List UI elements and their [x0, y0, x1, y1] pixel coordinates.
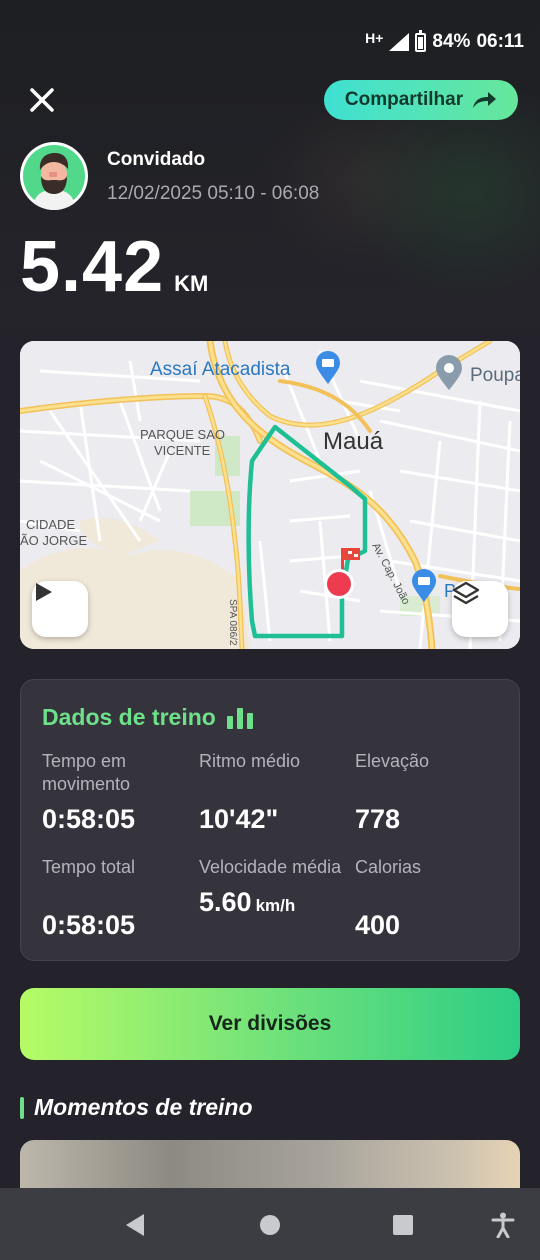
system-nav-bar [0, 1188, 540, 1260]
back-triangle-icon [126, 1214, 144, 1236]
stat-label: Tempo em movimento [42, 751, 131, 794]
stat-value: 778 [355, 804, 401, 834]
play-route-button[interactable] [32, 581, 88, 637]
stat-value: 10'42" [199, 804, 279, 834]
status-bar: H+ 84% 06:11 [0, 0, 540, 80]
accessibility-icon [491, 1212, 515, 1238]
network-type: H+ [365, 30, 384, 46]
clock: 06:11 [476, 31, 524, 52]
distance-unit: KM [174, 271, 209, 296]
stat-avg-speed: Velocidade média 5.60 km/h [199, 856, 349, 918]
stat-elevation: Elevação 778 [355, 750, 505, 835]
share-button[interactable]: Compartilhar [324, 80, 518, 120]
view-splits-button[interactable]: Ver divisões [20, 988, 520, 1060]
stat-value: 400 [355, 910, 401, 940]
map-layers-button[interactable] [452, 581, 508, 637]
avatar-illustration [23, 145, 85, 210]
map-label-cidade-2: ÃO JORGE [20, 533, 88, 548]
stat-avg-pace: Ritmo médio 10'42" [199, 750, 349, 835]
distance-value: 5.42 [20, 227, 165, 307]
nav-recents-button[interactable] [388, 1210, 418, 1240]
battery-percent: 84% [432, 31, 471, 52]
stat-label: Elevação [355, 751, 430, 771]
stat-total-time: Tempo total 0:58:05 [42, 856, 192, 941]
map-label-assai: Assaí Atacadista [150, 359, 291, 380]
home-circle-icon [260, 1215, 280, 1235]
moments-header: Momentos de treino [20, 1094, 253, 1121]
close-icon [30, 88, 54, 112]
layers-icon [452, 581, 480, 605]
stat-label: Tempo total [42, 857, 136, 877]
bar-chart-icon [226, 707, 253, 729]
avatar [20, 142, 88, 210]
nav-back-button[interactable] [120, 1210, 150, 1240]
workout-data-title: Dados de treino [42, 704, 256, 731]
signal-icon [389, 33, 410, 51]
close-button[interactable] [22, 80, 62, 120]
stat-value: 5.60 [199, 887, 252, 917]
stat-value: 0:58:05 [42, 804, 136, 834]
share-label: Compartilhar [344, 89, 464, 110]
section-accent-bar [20, 1096, 24, 1119]
moments-title: Momentos de treino [34, 1094, 253, 1120]
map-label-maua: Mauá [323, 428, 384, 455]
stat-label: Ritmo médio [199, 751, 301, 771]
nav-accessibility-button[interactable] [488, 1210, 518, 1240]
workout-data-card: Dados de treino Tempo em movimento 0:58:… [20, 679, 520, 961]
stat-label: Velocidade média [199, 857, 342, 877]
workout-datetime: 12/02/2025 05:10 - 06:08 [107, 183, 320, 204]
workout-data-title-text: Dados de treino [42, 704, 216, 730]
map-label-road: SPA 086/2 [227, 599, 238, 646]
map-label-parque-2: VICENTE [154, 443, 211, 458]
map-label-cidade-1: CIDADE [26, 517, 76, 532]
user-name: Convidado [107, 149, 206, 170]
recents-square-icon [393, 1215, 413, 1235]
route-map[interactable]: Assaí Atacadista Poupa Mauá PARQUE SAO V… [20, 341, 520, 649]
play-icon [36, 583, 52, 601]
stat-value: 0:58:05 [42, 910, 136, 940]
share-arrow-icon [473, 92, 497, 108]
stat-label: Calorias [355, 857, 422, 877]
map-label-poupa: Poupa [470, 365, 520, 386]
distance-display: 5.42 KM [20, 226, 208, 308]
battery-icon [415, 29, 427, 52]
stat-unit: km/h [255, 896, 296, 915]
map-label-parque-1: PARQUE SAO [140, 427, 226, 442]
stat-calories: Calorias 400 [355, 856, 505, 941]
nav-home-button[interactable] [255, 1210, 285, 1240]
stat-moving-time: Tempo em movimento 0:58:05 [42, 750, 192, 835]
